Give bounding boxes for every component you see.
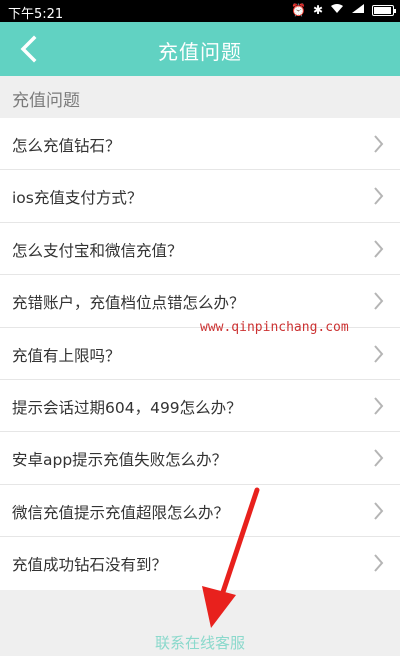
list-item-label: 提示会话过期604，499怎么办？ [12, 398, 242, 417]
chevron-right-icon [374, 502, 384, 520]
chevron-right-icon [374, 187, 384, 206]
chevron-right-icon [374, 240, 384, 258]
list-item-label: 充值成功钻石没有到？ [12, 556, 168, 575]
list-item-label: 怎么支付宝和微信充值？ [12, 241, 183, 260]
alarm-icon: ⏰ [290, 3, 306, 17]
list-item[interactable]: ios充值支付方式？ [0, 170, 400, 223]
nav-bar: 充值问题 [0, 22, 400, 76]
section-header: 充值问题 [0, 76, 400, 118]
contact-support-link[interactable]: 联系在线客服 [0, 632, 400, 653]
signal-icon [351, 3, 365, 17]
list-item[interactable]: 提示会话过期604，499怎么办？ [0, 380, 400, 433]
list-item[interactable]: 怎么支付宝和微信充值？ [0, 223, 400, 276]
status-bar: 下午5:21 ⏰ ✱ [0, 0, 400, 22]
chevron-right-icon [374, 292, 384, 310]
list-item-label: 充值有上限吗？ [12, 346, 121, 365]
chevron-right-icon [374, 397, 384, 415]
status-time: 下午5:21 [8, 7, 64, 22]
list-item[interactable]: 怎么充值钻石？ [0, 118, 400, 171]
list-item[interactable]: 安卓app提示充值失败怎么办？ [0, 432, 400, 485]
list-item[interactable]: 充值成功钻石没有到？ [0, 537, 400, 589]
list-item-label: ios充值支付方式？ [12, 189, 143, 208]
list-item[interactable]: 充值有上限吗？ [0, 328, 400, 380]
bluetooth-icon: ✱ [312, 3, 323, 17]
list-item-label: 安卓app提示充值失败怎么办？ [12, 451, 228, 470]
page-title: 充值问题 [158, 40, 242, 64]
chevron-right-icon [374, 135, 384, 153]
faq-list: 怎么充值钻石？ ios充值支付方式？ 怎么支付宝和微信充值？ 充错账户，充值档位… [0, 118, 400, 590]
list-item-label: 微信充值提示充值超限怎么办？ [12, 503, 230, 522]
chevron-right-icon [374, 554, 384, 572]
list-item-label: 充错账户，充值档位点错怎么办？ [12, 294, 245, 313]
chevron-right-icon [374, 449, 384, 468]
list-item-label: 怎么充值钻石？ [12, 137, 121, 155]
status-icons: ⏰ ✱ [290, 3, 396, 17]
chevron-right-icon [374, 344, 384, 363]
battery-icon [372, 4, 396, 16]
watermark: www.qinpinchang.com [200, 320, 349, 335]
wifi-icon [330, 3, 344, 17]
list-item[interactable]: 微信充值提示充值超限怎么办？ [0, 485, 400, 538]
